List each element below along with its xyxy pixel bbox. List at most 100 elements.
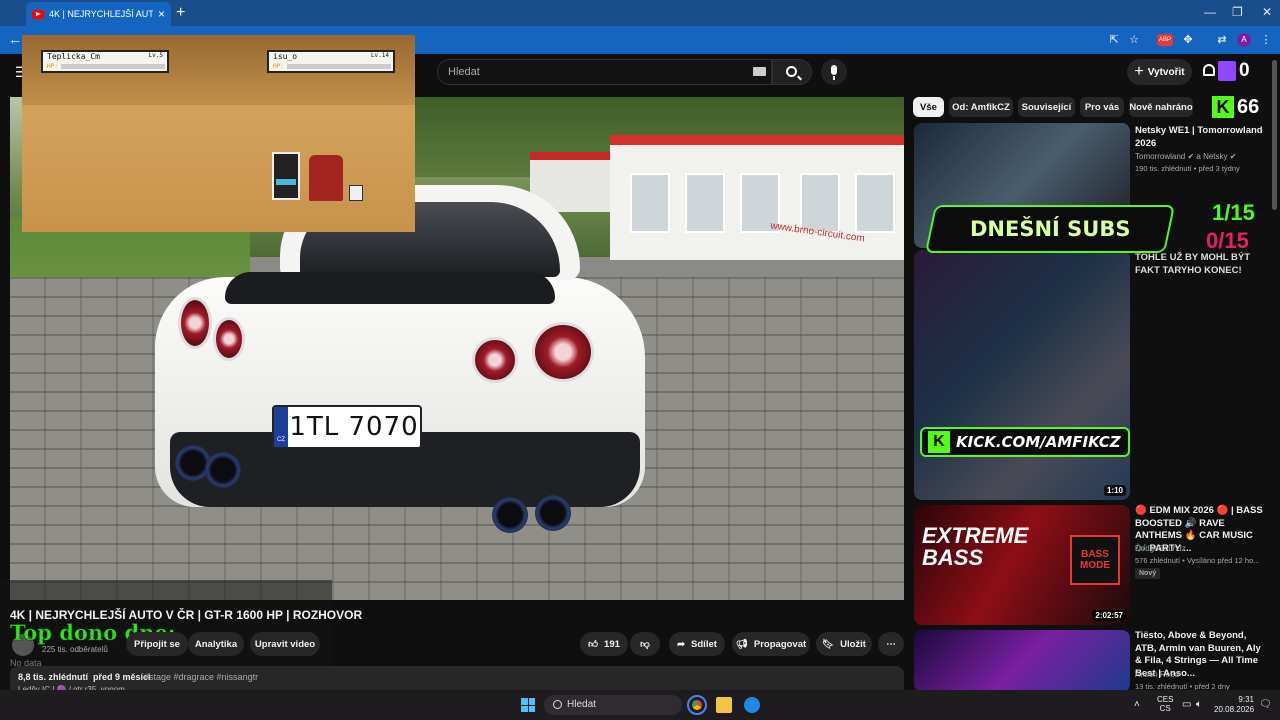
promote-button[interactable]: 📢︎ Propagovat xyxy=(732,632,810,656)
twitch-logo-icon xyxy=(1218,61,1236,81)
chip-for-you[interactable]: Pro vás xyxy=(1080,97,1124,117)
back-arrow-icon[interactable]: ← xyxy=(8,31,22,47)
lang-top: CES xyxy=(1157,695,1174,704)
kick-logo-icon: K xyxy=(1212,96,1234,118)
join-button[interactable]: Připojit se xyxy=(126,632,188,656)
search-button[interactable] xyxy=(772,59,812,85)
license-plate: CZ 1TL 7070 xyxy=(272,405,422,449)
lang-bottom: CS xyxy=(1159,704,1171,713)
daily-subs-label: DNEŠNÍ SUBS xyxy=(969,217,1131,241)
building-window xyxy=(855,173,895,233)
upload-date: před 9 měsíci xyxy=(93,672,151,682)
profile-avatar[interactable]: A xyxy=(1237,33,1251,47)
kick-follower-counter: K 66 xyxy=(1212,95,1272,119)
cast-icon[interactable]: ⇱ xyxy=(1107,33,1121,47)
network-icon[interactable]: ▭ xyxy=(1182,699,1191,710)
bookmark-star-icon[interactable]: ☆ xyxy=(1127,33,1141,47)
search-icon xyxy=(786,66,797,77)
keyboard-icon[interactable] xyxy=(753,67,766,76)
clock-date: 20.08.2026 xyxy=(1214,705,1255,714)
voice-search-mic-icon[interactable] xyxy=(821,59,847,85)
enemy-level: Lv.14 xyxy=(370,52,389,59)
enemy-hp-bar xyxy=(287,64,391,69)
tray-chevron-icon[interactable]: ˄ xyxy=(1134,699,1140,710)
save-button[interactable]: 🔖︎ Uložit xyxy=(816,632,872,656)
window-close-button[interactable]: ✕ xyxy=(1262,5,1272,19)
analytics-button[interactable]: Analytika xyxy=(188,632,244,656)
save-label: Uložit xyxy=(840,638,866,650)
rec-title[interactable]: Netsky WE1 | Tomorrowland 2026 xyxy=(1135,125,1265,150)
share-button[interactable]: ➦ Sdílet xyxy=(669,632,725,656)
kick-url: KICK.COM/AMFIKCZ xyxy=(956,433,1121,451)
tab-close-button[interactable]: × xyxy=(158,7,165,21)
search-input[interactable]: Hledat xyxy=(437,59,772,85)
rec-title[interactable]: TOHLE UŽ BY MOHL BÝT FAKT TARYHO KONEC! xyxy=(1135,252,1265,277)
chip-recently-uploaded[interactable]: Nově nahráno xyxy=(1129,97,1193,117)
maximize-button[interactable]: ❐ xyxy=(1232,5,1243,19)
create-button[interactable]: + Vytvořit xyxy=(1127,59,1192,85)
chip-from-channel[interactable]: Od: AmfikCZ xyxy=(949,97,1013,117)
car-exhaust xyxy=(205,452,241,488)
cat-sprite xyxy=(349,185,363,201)
rec-channel[interactable]: Tomorrowland ✔ a Netsky ✔ xyxy=(1135,152,1236,161)
car-taillight xyxy=(532,322,594,382)
car-taillight xyxy=(472,337,518,383)
building-window xyxy=(800,173,840,233)
description-meta: 8,8 tis. zhlédnutí před 9 měsíci xyxy=(18,672,151,682)
page-scrollbar[interactable] xyxy=(1272,60,1277,210)
browser-tab-bar xyxy=(0,0,1280,26)
chip-all[interactable]: Vše xyxy=(913,97,944,117)
description-tags[interactable]: #stage #dragrace #nissangtr xyxy=(144,672,258,682)
taskbar-clock[interactable]: 9:31 20.08.2026 xyxy=(1214,695,1254,715)
taskbar-search[interactable]: Hledat xyxy=(544,695,682,715)
twitch-counter: 0 xyxy=(1239,60,1250,81)
rec-thumbnail-stream[interactable]: 1:10 xyxy=(914,250,1130,500)
rec-channel[interactable]: DodgeSoundz xyxy=(1135,544,1186,553)
notification-center-icon[interactable]: 🗨︎ xyxy=(1259,699,1272,710)
browser-menu-icon[interactable]: ⋮ xyxy=(1259,33,1273,47)
windows-start-icon[interactable] xyxy=(521,698,535,712)
player-knight-sprite xyxy=(272,152,300,200)
file-explorer-icon[interactable] xyxy=(716,697,732,713)
extension-abp-icon[interactable]: ABP xyxy=(1157,34,1173,46)
megaphone-icon: 📢︎ xyxy=(735,638,748,650)
car-taillight xyxy=(178,297,212,349)
kick-count: 66 xyxy=(1237,95,1260,118)
kick-banner-logo-icon: K xyxy=(928,431,950,453)
game-overlay: Teplicka_Cm Lv.5 HP: isu_o Lv.14 HP: xyxy=(22,35,415,232)
building-window xyxy=(630,173,670,233)
notifications-bell-icon[interactable] xyxy=(1203,64,1215,76)
enemy-name: isu_o xyxy=(273,52,298,61)
enemy-hp-label: HP: xyxy=(273,63,284,70)
plate-country: CZ xyxy=(274,407,288,447)
rec-meta: 576 zhlédnutí • Vysíláno před 12 ho... xyxy=(1135,556,1260,565)
enemy-monster-sprite xyxy=(309,155,343,201)
player-hp-bar xyxy=(61,64,165,69)
chip-related[interactable]: Související xyxy=(1018,97,1075,117)
new-tab-button[interactable]: + xyxy=(176,4,185,22)
volume-icon[interactable]: 🔈︎ xyxy=(1196,699,1202,710)
edit-video-button[interactable]: Upravit video xyxy=(250,632,320,656)
app-taskbar-icon[interactable] xyxy=(744,697,760,713)
translate-icon[interactable]: ⇄ xyxy=(1215,33,1229,47)
car-taillight xyxy=(213,317,245,361)
like-button[interactable]: 👍︎ 191 xyxy=(580,632,628,656)
browser-tab-active[interactable]: 4K | NEJRYCHLEJŠÍ AUTO V ČR | × xyxy=(26,2,171,26)
share-label: Sdílet xyxy=(691,638,717,650)
rec-duration: 1:10 xyxy=(1103,485,1126,496)
extensions-puzzle-icon[interactable]: ✥ xyxy=(1181,33,1195,47)
language-indicator[interactable]: CES CS xyxy=(1157,695,1173,713)
rec-thumbnail[interactable] xyxy=(914,630,1130,692)
thumbs-up-icon: 👍︎ xyxy=(588,639,599,650)
like-count: 191 xyxy=(604,638,620,650)
rec-meta: 190 tis. zhlédnutí • před 3 týdny xyxy=(1135,164,1240,173)
more-actions-button[interactable]: ⋯ xyxy=(878,632,904,656)
rec-thumbnail[interactable]: EXTREME BASS BASS MODE 2:02:57 xyxy=(914,505,1130,625)
minimize-button[interactable]: — xyxy=(1204,5,1216,19)
rec-channel[interactable]: Anson Reed xyxy=(1135,670,1179,679)
car-exhaust xyxy=(492,497,528,533)
thumbs-down-icon: 👎︎ xyxy=(640,639,650,650)
daily-subs-panel: DNEŠNÍ SUBS xyxy=(924,205,1176,253)
chrome-taskbar-icon[interactable] xyxy=(687,695,707,715)
dislike-button[interactable]: 👎︎ xyxy=(630,632,660,656)
